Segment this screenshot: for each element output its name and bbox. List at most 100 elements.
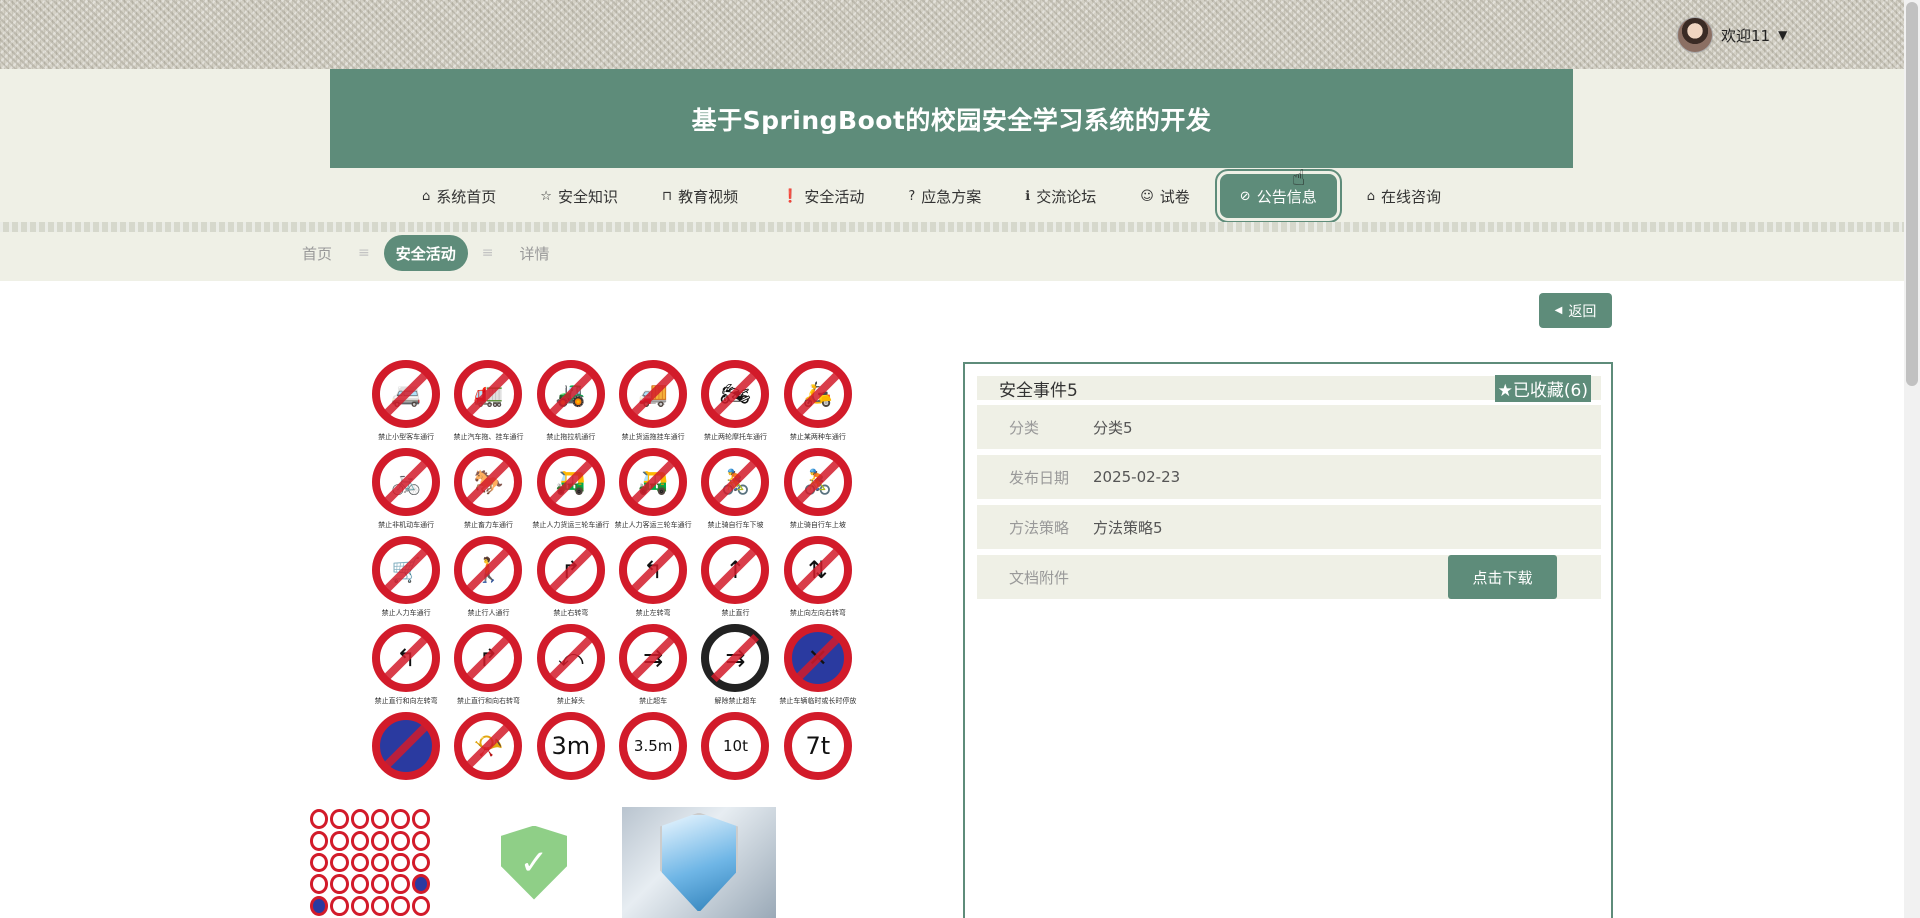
nav-item-label: 公告信息 xyxy=(1256,187,1317,206)
traffic-sign: ✕ 禁止车辆临时或长时停放 xyxy=(777,624,859,712)
mini-sign xyxy=(330,852,349,873)
traffic-sign-icon: 🛺 xyxy=(619,448,688,516)
scrollbar-thumb[interactable] xyxy=(1906,2,1918,386)
traffic-sign-caption: 禁止两轮摩托车通行 xyxy=(703,433,767,441)
traffic-sign: 3m xyxy=(530,712,612,800)
avatar[interactable] xyxy=(1677,17,1713,53)
mini-sign xyxy=(371,809,390,829)
traffic-sign-caption: 解除禁止超车 xyxy=(714,697,757,705)
thumbnail-blue-shield[interactable] xyxy=(622,807,776,918)
nav-item-education-video[interactable]: ⊓ 教育视频 xyxy=(640,174,760,218)
traffic-sign-caption: 禁止左转弯 xyxy=(635,609,671,617)
traffic-sign-icon: ⇉ xyxy=(619,624,688,692)
mini-sign xyxy=(330,896,349,916)
field-value: 方法策略5 xyxy=(1093,518,1163,537)
smile-icon: ☺ xyxy=(1140,188,1154,204)
traffic-sign-icon: 🏍 xyxy=(701,360,770,428)
download-button[interactable]: 点击下载 xyxy=(1448,555,1557,599)
traffic-sign-icon: 🐎 xyxy=(454,448,523,516)
back-button[interactable]: ◀ 返回 xyxy=(1539,293,1612,328)
traffic-sign-icon: 🛺 xyxy=(536,448,605,516)
nav-item-emergency-plan[interactable]: ? 应急方案 xyxy=(886,174,1003,218)
nav-item-label: 交流论坛 xyxy=(1036,187,1097,206)
mini-sign xyxy=(350,874,369,895)
traffic-sign-icon: ⤺ xyxy=(536,624,605,692)
nav-item-forum[interactable]: ℹ 交流论坛 xyxy=(1003,174,1118,218)
breadcrumb-current[interactable]: 安全活动 xyxy=(383,235,468,271)
nav-item-label: 安全活动 xyxy=(804,187,865,206)
traffic-sign-icon: ↰ xyxy=(619,536,688,604)
traffic-sign: ↱ 禁止右转弯 xyxy=(530,536,612,624)
nav-item-exam[interactable]: ☺ 试卷 xyxy=(1118,174,1212,218)
field-label: 方法策略 xyxy=(1009,518,1070,537)
mini-sign xyxy=(330,830,349,851)
traffic-sign-icon: 🚚 xyxy=(619,360,688,428)
traffic-sign-icon: 🛵 xyxy=(783,360,852,428)
site-title: 基于SpringBoot的校园安全学习系统的开发 xyxy=(691,105,1212,135)
mini-sign xyxy=(371,852,390,873)
breadcrumb-separator: ≡ xyxy=(358,245,370,261)
nav-item-safety-knowledge[interactable]: ☆ 安全知识 xyxy=(518,174,640,218)
traffic-sign: 📯 xyxy=(447,712,529,800)
field-label: 发布日期 xyxy=(1009,468,1070,487)
traffic-sign: 3.5m xyxy=(612,712,694,800)
nav-item-label: 试卷 xyxy=(1159,187,1190,206)
traffic-sign-caption: 禁止直行和向左转弯 xyxy=(374,697,438,705)
traffic-sign-caption: 禁止右转弯 xyxy=(553,609,589,617)
traffic-sign: 🚲 禁止非机动车通行 xyxy=(365,448,447,536)
thumbnail-traffic-signs[interactable] xyxy=(308,807,432,918)
traffic-sign-caption: 禁止行人通行 xyxy=(467,609,510,617)
traffic-sign-caption: 禁止掉头 xyxy=(556,697,585,705)
home-icon: ⌂ xyxy=(1366,188,1375,204)
traffic-sign: 10t xyxy=(694,712,776,800)
traffic-sign-icon: 🚜 xyxy=(536,360,605,428)
detail-header: 安全事件5 ★已收藏(6) xyxy=(977,374,1601,402)
breadcrumb-detail: 详情 xyxy=(519,244,550,263)
traffic-sign-caption: 禁止非机动车通行 xyxy=(378,521,435,529)
traffic-sign-caption: 禁止骑自行车上坡 xyxy=(789,521,846,529)
traffic-sign: 🚚 禁止货运拖挂车通行 xyxy=(612,360,694,448)
traffic-sign-caption: 禁止直行和向右转弯 xyxy=(456,697,520,705)
traffic-sign-icon: 🚲 xyxy=(372,448,441,516)
traffic-sign-caption: 禁止人力货运三轮车通行 xyxy=(532,521,610,529)
mini-sign xyxy=(310,874,329,895)
traffic-sign-caption: 禁止向左向右转弯 xyxy=(789,609,846,617)
mini-sign xyxy=(330,809,349,829)
user-menu[interactable]: 欢迎11 ▼ xyxy=(1677,17,1787,53)
traffic-sign: ↰ 禁止直行和向左转弯 xyxy=(365,624,447,712)
mini-sign xyxy=(391,896,410,916)
mini-sign xyxy=(391,874,410,895)
detail-panel: 安全事件5 ★已收藏(6) 分类 分类5 发布日期 2025-02-23 方法策… xyxy=(963,362,1613,918)
mini-sign xyxy=(411,852,430,873)
mouse-cursor-icon: ☝ xyxy=(1292,166,1306,191)
traffic-sign-icon: ⇉ xyxy=(701,624,770,692)
traffic-sign-icon: 🛒 xyxy=(372,536,441,604)
traffic-sign-icon: ↰ xyxy=(372,624,441,692)
traffic-sign: 🛺 禁止人力客运三轮车通行 xyxy=(612,448,694,536)
nav-item-online-consult[interactable]: ⌂ 在线咨询 xyxy=(1345,174,1463,218)
nav-item-announcement[interactable]: ⊘ 公告信息 xyxy=(1214,169,1342,223)
mini-sign xyxy=(350,852,369,873)
nav-item-safety-activity[interactable]: ❗ 安全活动 xyxy=(760,174,886,218)
chevron-down-icon[interactable]: ▼ xyxy=(1778,28,1787,42)
traffic-sign: 🚶 禁止行人通行 xyxy=(447,536,529,624)
nav-item-home[interactable]: ⌂ 系统首页 xyxy=(400,174,518,218)
traffic-sign: 🚛 禁止汽车拖、挂车通行 xyxy=(447,360,529,448)
traffic-sign-caption: 禁止骑自行车下坡 xyxy=(707,521,764,529)
traffic-sign: 🏍 禁止两轮摩托车通行 xyxy=(694,360,776,448)
nav-item-label: 应急方案 xyxy=(921,187,982,206)
traffic-sign-icon: 📯 xyxy=(454,712,523,780)
caret-left-icon: ◀ xyxy=(1554,305,1563,316)
traffic-sign-icon: 10t xyxy=(701,712,770,780)
thumbnail-green-shield[interactable]: ✓ xyxy=(470,807,598,918)
user-greeting[interactable]: 欢迎11 xyxy=(1721,25,1770,46)
field-value: 2025-02-23 xyxy=(1093,468,1181,486)
traffic-sign-caption: 禁止人力车通行 xyxy=(381,609,431,617)
back-button-label: 返回 xyxy=(1568,303,1597,320)
breadcrumb-home[interactable]: 首页 xyxy=(290,235,344,271)
traffic-sign: ⇉ 解除禁止超车 xyxy=(694,624,776,712)
traffic-sign-caption: 禁止人力客运三轮车通行 xyxy=(614,521,692,529)
traffic-sign-icon: 🚴 xyxy=(783,448,852,516)
favorite-button[interactable]: ★已收藏(6) xyxy=(1494,374,1591,402)
mini-sign xyxy=(391,809,410,829)
